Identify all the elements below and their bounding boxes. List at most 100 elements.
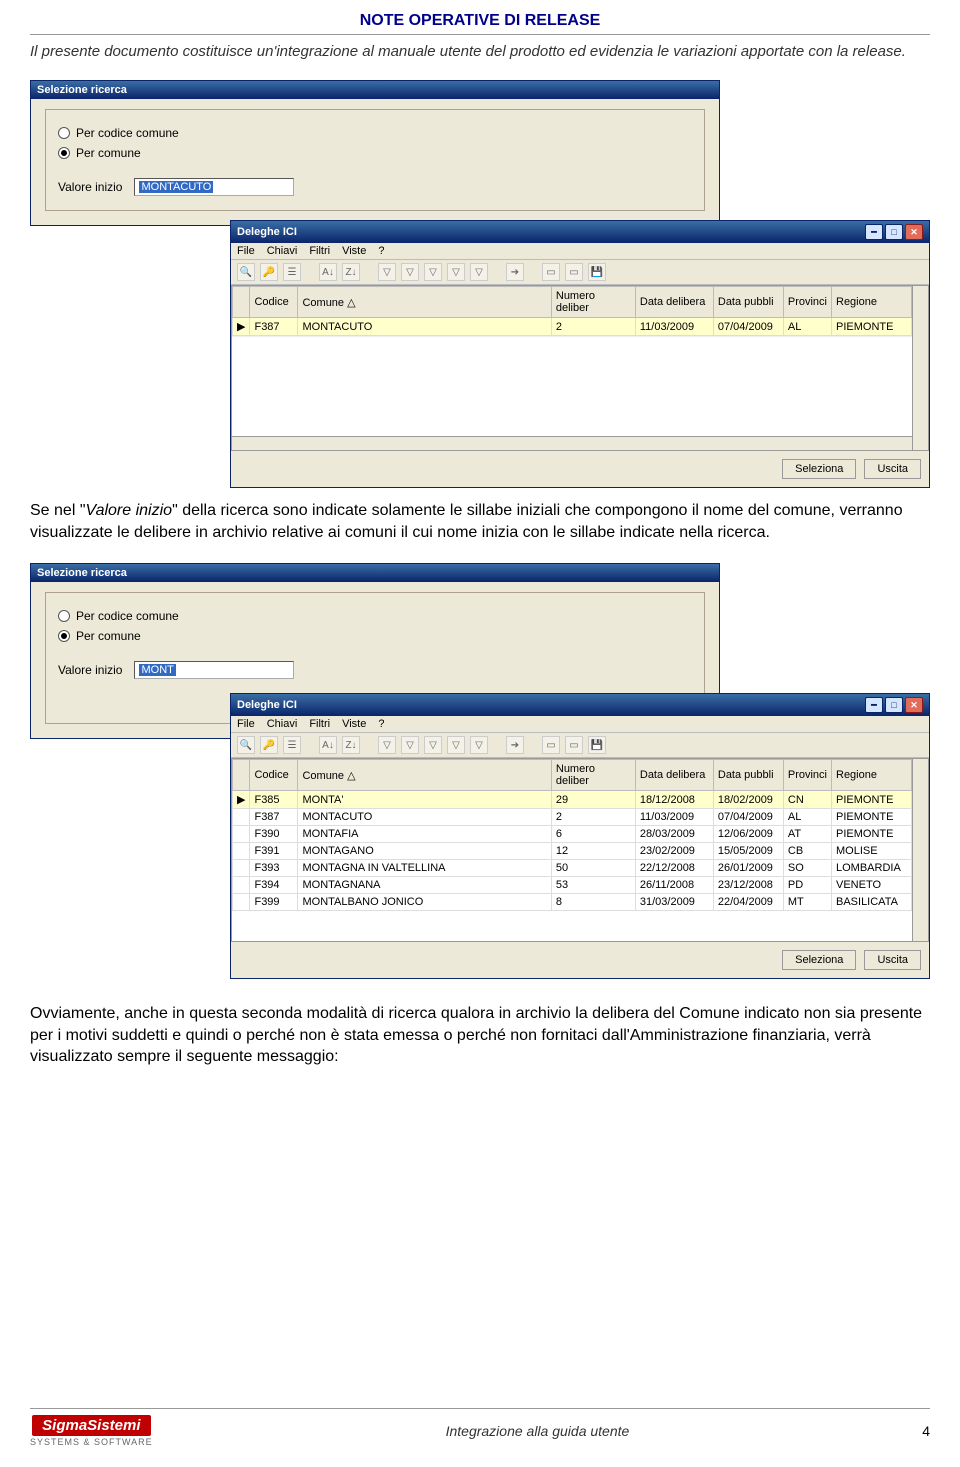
- minimize-icon[interactable]: ━: [865, 697, 883, 713]
- toolbar: 🔍 🔑 ☰ A↓ Z↓ ▽ ▽ ▽ ▽ ▽ ➔ ▭ ▭ 💾: [231, 733, 929, 758]
- doc-icon[interactable]: ▭: [542, 736, 560, 754]
- col-numero[interactable]: Numero deliber: [551, 287, 635, 318]
- sort-desc-icon[interactable]: Z↓: [342, 736, 360, 754]
- filter3-icon[interactable]: ▽: [424, 736, 442, 754]
- menu-help[interactable]: ?: [378, 245, 384, 257]
- filter2-icon[interactable]: ▽: [401, 736, 419, 754]
- close-icon[interactable]: ✕: [905, 224, 923, 240]
- menu-help[interactable]: ?: [378, 718, 384, 730]
- table-row[interactable]: F390MONTAFIA628/03/200912/06/2009ATPIEMO…: [233, 826, 912, 843]
- uscita-button[interactable]: Uscita: [864, 950, 921, 970]
- table-row[interactable]: F387MONTACUTO211/03/200907/04/2009ALPIEM…: [233, 809, 912, 826]
- radio-icon: [58, 127, 70, 139]
- minimize-icon[interactable]: ━: [865, 224, 883, 240]
- doc-icon[interactable]: ▭: [542, 263, 560, 281]
- search-icon[interactable]: 🔍: [237, 736, 255, 754]
- tree-icon[interactable]: ☰: [283, 263, 301, 281]
- table-row[interactable]: F394MONTAGNANA5326/11/200823/12/2008PDVE…: [233, 877, 912, 894]
- titlebar-deleghe-2[interactable]: Deleghe ICI ━ □ ✕: [231, 694, 929, 716]
- arrow-right-icon[interactable]: ➔: [506, 736, 524, 754]
- uscita-button[interactable]: Uscita: [864, 459, 921, 479]
- radio-icon: [58, 630, 70, 642]
- radio-icon: [58, 610, 70, 622]
- table-row[interactable]: ▶F385MONTA'2918/12/200818/02/2009CNPIEMO…: [233, 791, 912, 809]
- sort-desc-icon[interactable]: Z↓: [342, 263, 360, 281]
- col-prov[interactable]: Provinci: [783, 287, 831, 318]
- filter3-icon[interactable]: ▽: [424, 263, 442, 281]
- page-number: 4: [922, 1423, 930, 1439]
- save-icon[interactable]: 💾: [588, 736, 606, 754]
- v-scrollbar[interactable]: [912, 759, 928, 941]
- menu-file[interactable]: File: [237, 718, 255, 730]
- logo: SigmaSistemi SYSTEMS & SOFTWARE: [30, 1415, 153, 1447]
- key-icon[interactable]: 🔑: [260, 263, 278, 281]
- seleziona-button[interactable]: Seleziona: [782, 950, 856, 970]
- menu-file[interactable]: File: [237, 245, 255, 257]
- col-prov[interactable]: Provinci: [783, 760, 831, 791]
- col-reg[interactable]: Regione: [832, 760, 912, 791]
- valore-inizio-input[interactable]: MONT: [134, 661, 294, 679]
- doc2-icon[interactable]: ▭: [565, 263, 583, 281]
- close-icon[interactable]: ✕: [905, 697, 923, 713]
- save-icon[interactable]: 💾: [588, 263, 606, 281]
- col-datapub[interactable]: Data pubbli: [713, 287, 783, 318]
- filter-icon[interactable]: ▽: [378, 263, 396, 281]
- col-reg[interactable]: Regione: [832, 287, 912, 318]
- titlebar-selezione-2: Selezione ricerca: [31, 564, 719, 582]
- divider: [30, 34, 930, 35]
- filter4-icon[interactable]: ▽: [447, 263, 465, 281]
- page-footer: SigmaSistemi SYSTEMS & SOFTWARE Integraz…: [30, 1408, 930, 1447]
- menu-filtri[interactable]: Filtri: [309, 245, 330, 257]
- radio-per-comune[interactable]: Per comune: [58, 146, 692, 160]
- radio-per-codice[interactable]: Per codice comune: [58, 126, 692, 140]
- window-title: Deleghe ICI: [237, 699, 297, 711]
- radio-per-codice[interactable]: Per codice comune: [58, 609, 692, 623]
- h-scrollbar[interactable]: [232, 436, 912, 450]
- col-datapub[interactable]: Data pubbli: [713, 760, 783, 791]
- body-para-1: Se nel "Valore inizio" della ricerca son…: [30, 500, 930, 543]
- doc2-icon[interactable]: ▭: [565, 736, 583, 754]
- col-numero[interactable]: Numero deliber: [551, 760, 635, 791]
- menu-chiavi[interactable]: Chiavi: [267, 245, 298, 257]
- col-codice[interactable]: Codice: [250, 760, 298, 791]
- titlebar-deleghe-1[interactable]: Deleghe ICI ━ □ ✕: [231, 221, 929, 243]
- col-datadel[interactable]: Data delibera: [635, 287, 713, 318]
- filter5-icon[interactable]: ▽: [470, 263, 488, 281]
- menu-viste[interactable]: Viste: [342, 718, 366, 730]
- window-title: Deleghe ICI: [237, 226, 297, 238]
- key-icon[interactable]: 🔑: [260, 736, 278, 754]
- page-title: NOTE OPERATIVE DI RELEASE: [30, 12, 930, 30]
- col-datadel[interactable]: Data delibera: [635, 760, 713, 791]
- maximize-icon[interactable]: □: [885, 224, 903, 240]
- maximize-icon[interactable]: □: [885, 697, 903, 713]
- screenshot-group-2: Selezione ricerca Per codice comune Per …: [30, 563, 930, 983]
- filter5-icon[interactable]: ▽: [470, 736, 488, 754]
- col-comune[interactable]: Comune △: [298, 760, 551, 791]
- valore-inizio-label: Valore inizio: [58, 663, 122, 677]
- arrow-right-icon[interactable]: ➔: [506, 263, 524, 281]
- window-title: Selezione ricerca: [37, 84, 127, 96]
- menu-chiavi[interactable]: Chiavi: [267, 718, 298, 730]
- tree-icon[interactable]: ☰: [283, 736, 301, 754]
- table-row[interactable]: F391MONTAGANO1223/02/200915/05/2009CBMOL…: [233, 843, 912, 860]
- valore-inizio-input[interactable]: MONTACUTO: [134, 178, 294, 196]
- table-row[interactable]: ▶ F387 MONTACUTO 2 11/03/2009 07/04/2009…: [233, 318, 912, 336]
- sort-asc-icon[interactable]: A↓: [319, 263, 337, 281]
- toolbar: 🔍 🔑 ☰ A↓ Z↓ ▽ ▽ ▽ ▽ ▽ ➔ ▭ ▭ 💾: [231, 260, 929, 285]
- table-row[interactable]: F393MONTAGNA IN VALTELLINA5022/12/200826…: [233, 860, 912, 877]
- sort-asc-icon[interactable]: A↓: [319, 736, 337, 754]
- intro-text: Il presente documento costituisce un'int…: [30, 43, 930, 60]
- window-title: Selezione ricerca: [37, 567, 127, 579]
- filter4-icon[interactable]: ▽: [447, 736, 465, 754]
- col-comune[interactable]: Comune △: [298, 287, 551, 318]
- v-scrollbar[interactable]: [912, 286, 928, 450]
- seleziona-button[interactable]: Seleziona: [782, 459, 856, 479]
- filter2-icon[interactable]: ▽: [401, 263, 419, 281]
- menu-viste[interactable]: Viste: [342, 245, 366, 257]
- table-row[interactable]: F399MONTALBANO JONICO831/03/200922/04/20…: [233, 894, 912, 911]
- filter-icon[interactable]: ▽: [378, 736, 396, 754]
- search-icon[interactable]: 🔍: [237, 263, 255, 281]
- col-codice[interactable]: Codice: [250, 287, 298, 318]
- radio-per-comune[interactable]: Per comune: [58, 629, 692, 643]
- menu-filtri[interactable]: Filtri: [309, 718, 330, 730]
